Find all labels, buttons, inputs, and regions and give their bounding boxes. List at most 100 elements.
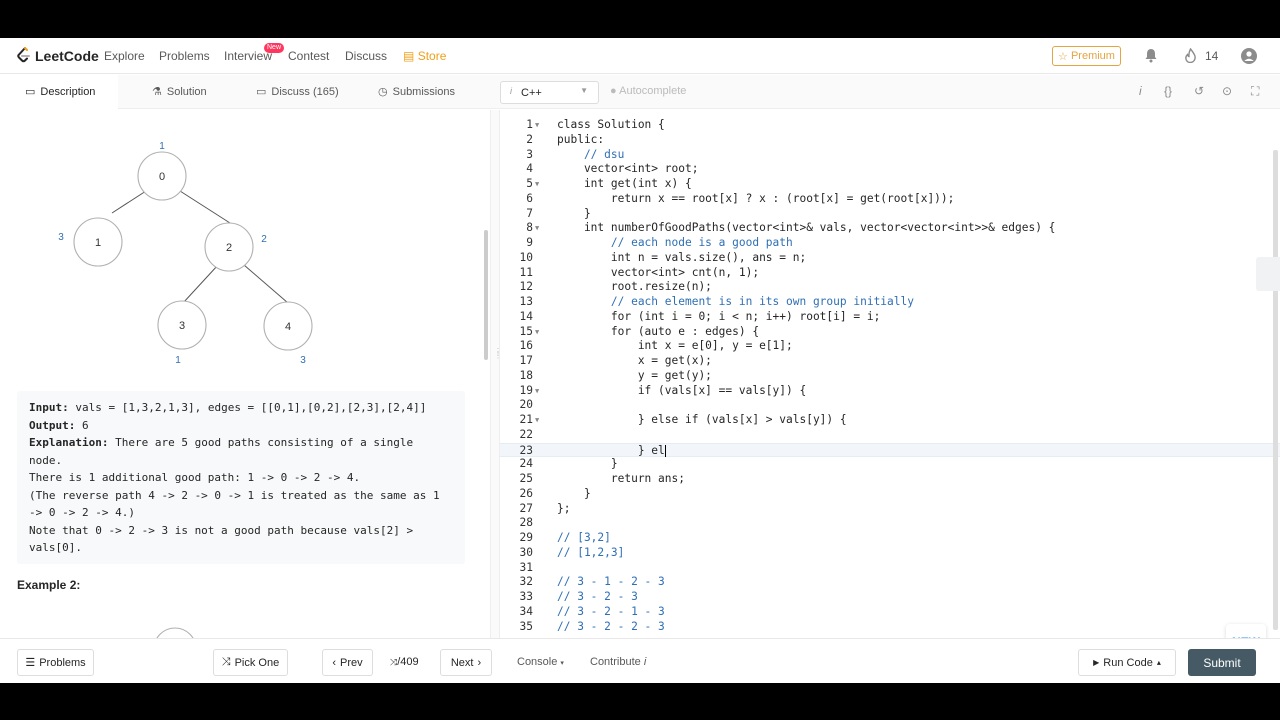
fold-toggle-icon[interactable]: ▼ — [535, 325, 539, 340]
code-line[interactable]: 17 x = get(x); — [500, 354, 1280, 369]
play-icon: ▶ — [1093, 658, 1100, 667]
code-line[interactable]: 34 // 3 - 2 - 1 - 3 — [500, 605, 1280, 620]
tab-submissions-label: Submissions — [392, 85, 455, 98]
fire-icon[interactable] — [1184, 47, 1197, 66]
code-line[interactable]: 13 // each element is in its own group i… — [500, 295, 1280, 310]
code-line[interactable]: 33 // 3 - 2 - 3 — [500, 590, 1280, 605]
code-line[interactable]: 18 y = get(y); — [500, 369, 1280, 384]
line-number: 22 — [519, 427, 533, 441]
code-line[interactable]: 21 ▼ } else if (vals[x] > vals[y]) { — [500, 413, 1280, 428]
code-line[interactable]: 25 return ans; — [500, 472, 1280, 487]
info-icon: i — [643, 656, 647, 668]
document-icon: ▭ — [25, 86, 36, 98]
fold-toggle-icon[interactable]: ▼ — [535, 413, 539, 428]
code-line[interactable]: 6 return x == root[x] ? x : (root[x] = g… — [500, 192, 1280, 207]
code-line[interactable]: 9 // each node is a good path — [500, 236, 1280, 251]
prev-button[interactable]: ‹ Prev — [322, 649, 373, 676]
nav-store-label: Store — [417, 49, 447, 63]
nav-explore[interactable]: Explore — [104, 49, 145, 63]
run-code-button[interactable]: ▶ Run Code ▴ — [1078, 649, 1176, 676]
nav-contest[interactable]: Contest — [288, 49, 329, 63]
console-button[interactable]: Console ▾ — [517, 656, 564, 668]
code-text: // 3 - 2 - 3 — [557, 590, 638, 603]
code-line[interactable]: 29 // [3,2] — [500, 531, 1280, 546]
submit-button[interactable]: Submit — [1188, 649, 1256, 676]
fold-toggle-icon[interactable]: ▼ — [535, 118, 539, 133]
code-line[interactable]: 28 — [500, 516, 1280, 531]
line-number: 12 — [519, 280, 533, 294]
tab-discuss[interactable]: ▭ Discuss (165) — [256, 85, 339, 99]
code-line[interactable]: 8 ▼ int numberOfGoodPaths(vector<int>& va… — [500, 221, 1280, 236]
code-line[interactable]: 7 } — [500, 207, 1280, 222]
editor-scrollbar[interactable] — [1273, 150, 1278, 630]
avatar-icon[interactable] — [1241, 48, 1257, 67]
code-line[interactable]: 23 } el — [500, 442, 1280, 458]
reset-icon[interactable]: ↺ — [1194, 84, 1204, 98]
language-select[interactable]: i C++ ▼ — [500, 81, 599, 104]
premium-button[interactable]: ☆ Premium — [1052, 46, 1121, 66]
line-number: 32 — [519, 575, 533, 589]
code-line[interactable]: 31 — [500, 561, 1280, 576]
contribute-button[interactable]: Contribute i — [590, 656, 646, 668]
code-line[interactable]: 24 } — [500, 457, 1280, 472]
code-line[interactable]: 4 vector<int> root; — [500, 162, 1280, 177]
code-line[interactable]: 35 // 3 - 2 - 2 - 3 — [500, 620, 1280, 635]
nav-discuss[interactable]: Discuss — [345, 49, 387, 63]
braces-icon[interactable]: {} — [1164, 84, 1172, 98]
pick-one-button[interactable]: ⤨ Pick One — [213, 649, 288, 676]
code-editor[interactable]: 1 ▼ class Solution {2 public: 3 // dsu 4 vect… — [500, 110, 1280, 638]
code-line[interactable]: 12 root.resize(n); — [500, 280, 1280, 295]
tab-solution[interactable]: ⚗ Solution — [152, 85, 207, 99]
explanation-text: There are 5 good paths consisting of a s… — [108, 436, 414, 449]
line-number: 1 — [526, 118, 533, 131]
code-line[interactable]: 5 ▼ int get(int x) { — [500, 177, 1280, 192]
nav-problems[interactable]: Problems — [159, 49, 210, 63]
leetcode-logo-icon — [17, 47, 30, 63]
code-line[interactable]: 26 } — [500, 487, 1280, 502]
code-text: vector<int> cnt(n, 1); — [557, 265, 760, 279]
fold-toggle-icon[interactable]: ▼ — [535, 221, 539, 236]
code-line[interactable]: 3 // dsu — [500, 148, 1280, 163]
fold-toggle-icon[interactable]: ▼ — [535, 384, 539, 399]
tab-description[interactable]: ▭ Description — [25, 85, 95, 99]
code-line[interactable]: 20 — [500, 398, 1280, 413]
next-button[interactable]: Next › — [440, 649, 492, 676]
panel-splitter[interactable]: ⋮ ⋮ — [490, 110, 502, 638]
code-line[interactable]: 14 for (int i = 0; i < n; i++) root[i] =… — [500, 310, 1280, 325]
problems-button[interactable]: ☰ Problems — [17, 649, 94, 676]
code-line[interactable]: 1 ▼ class Solution { — [500, 118, 1280, 133]
code-line[interactable]: 2 public: — [500, 133, 1280, 148]
code-line[interactable]: 15 ▼ for (auto e : edges) { — [500, 325, 1280, 340]
tree-node-label: 0 — [159, 171, 165, 183]
tab-submissions[interactable]: ◷ Submissions — [378, 85, 455, 99]
code-line[interactable]: 30 // [1,2,3] — [500, 546, 1280, 561]
info-icon[interactable]: i — [1139, 84, 1142, 98]
code-line[interactable]: 22 — [500, 428, 1280, 443]
chevron-left-icon: ‹ — [332, 656, 337, 669]
code-line[interactable]: 10 int n = vals.size(), ans = n; — [500, 251, 1280, 266]
settings-icon[interactable]: ⊙ — [1222, 84, 1232, 98]
code-text: } el — [557, 443, 666, 457]
example-explanation-line: Explanation: There are 5 good paths cons… — [29, 434, 453, 452]
code-text: // 3 - 2 - 1 - 3 — [557, 604, 665, 618]
line-number: 7 — [526, 206, 533, 220]
fold-toggle-icon[interactable]: ▼ — [535, 177, 539, 192]
chevron-right-icon: › — [477, 656, 482, 669]
code-line[interactable]: 32 // 3 - 1 - 2 - 3 — [500, 575, 1280, 590]
line-number: 29 — [519, 531, 533, 544]
fullscreen-icon[interactable]: ⛶ — [1251, 84, 1259, 99]
code-line[interactable]: 27}; — [500, 502, 1280, 517]
brand-logo[interactable]: LeetCode — [16, 47, 99, 64]
code-line[interactable]: 16 int x = e[0], y = e[1]; — [500, 339, 1280, 354]
side-tab[interactable] — [1256, 257, 1280, 291]
description-scrollbar[interactable] — [484, 230, 488, 360]
info-icon: i — [510, 86, 512, 96]
explanation-text: Note that 0 -> 2 -> 3 is not a good path… — [29, 523, 414, 537]
nav-store[interactable]: ▤ Store — [403, 49, 446, 63]
autocomplete-toggle[interactable]: ● Autocomplete — [610, 85, 686, 97]
bell-icon[interactable] — [1144, 48, 1158, 66]
code-line[interactable]: 19 ▼ if (vals[x] == vals[y]) { — [500, 384, 1280, 399]
example-input-line: Input: vals = [1,3,2,1,3], edges = [[0,1… — [29, 399, 453, 417]
code-line[interactable]: 11 vector<int> cnt(n, 1); — [500, 266, 1280, 281]
text-cursor — [664, 444, 666, 457]
